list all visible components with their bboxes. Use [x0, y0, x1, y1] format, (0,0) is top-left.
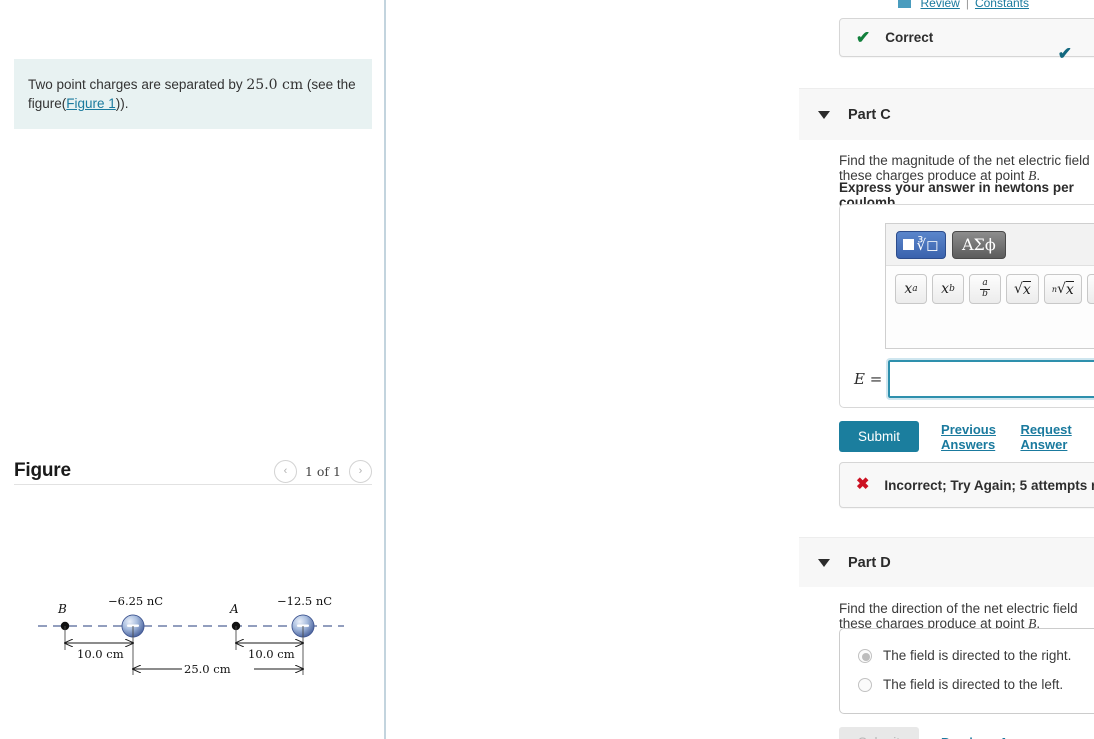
- radio-button-right[interactable]: [858, 648, 872, 663]
- part-c-submit-row: Submit Previous Answers Request Answer: [839, 421, 1094, 452]
- review-icon: [898, 0, 912, 8]
- option-label-left: The field is directed to the left.: [883, 677, 1064, 692]
- fraction-button[interactable]: ab: [969, 274, 1001, 304]
- problem-text-part3: )).: [115, 95, 129, 111]
- svg-text:A: A: [229, 602, 239, 616]
- math-template-row: xa xb ab √x n√x x→ x^ |x| x·10n: [886, 266, 1094, 304]
- part-c-previous-answers-link[interactable]: Previous Answers: [941, 422, 1001, 452]
- correct-feedback-banner: ✔ Correct: [839, 18, 1094, 57]
- option-label-right: The field is directed to the right.: [883, 648, 1072, 663]
- svg-text:10.0 cm: 10.0 cm: [248, 647, 295, 661]
- radio-button-left[interactable]: [858, 677, 872, 692]
- right-pane: Review | Constants ✔ Correct Part C Find…: [388, 0, 1094, 739]
- chevron-down-icon-d[interactable]: [818, 558, 830, 567]
- subscript-button[interactable]: xb: [932, 274, 964, 304]
- figure-navigation: ‹ 1 of 1 ›: [273, 459, 372, 483]
- part-c-header[interactable]: Part C: [799, 88, 1094, 140]
- math-toolbar-bottom-row: ⌫ ▲ ⌨: [886, 304, 1094, 342]
- problem-text-part1: Two point charges are separated by: [28, 77, 247, 92]
- previous-figure-button[interactable]: ‹: [273, 459, 297, 483]
- vector-button[interactable]: x→: [1086, 274, 1094, 304]
- part-c-question-text: Find the magnitude of the net electric f…: [839, 153, 1090, 183]
- figure-counter: 1 of 1: [304, 463, 341, 479]
- part-d-label: Part D: [848, 554, 891, 571]
- figure-1-link[interactable]: Figure 1: [66, 96, 116, 111]
- chevron-right-icon: ›: [358, 464, 363, 477]
- left-pane: Two point charges are separated by 25.0 …: [0, 0, 386, 739]
- answer-symbol-label: E =: [854, 370, 883, 388]
- svg-text:10.0 cm: 10.0 cm: [77, 647, 124, 661]
- correct-feedback-label: Correct: [885, 30, 934, 45]
- part-d-header[interactable]: Part D: [799, 537, 1094, 587]
- problem-separation-value: 25.0 cm: [246, 77, 304, 93]
- chevron-left-icon: ‹: [283, 464, 288, 477]
- part-c-submit-button[interactable]: Submit: [839, 421, 920, 452]
- superscript-button[interactable]: xa: [895, 274, 927, 304]
- part-c-label: Part C: [848, 106, 891, 123]
- figure-title: Figure: [14, 460, 71, 481]
- review-link[interactable]: Review: [920, 0, 959, 10]
- template-mode-button[interactable]: ∛◻: [896, 230, 946, 259]
- part-c-answer-row: E = N/C: [854, 358, 1094, 400]
- incorrect-feedback-banner: ✖ Incorrect; Try Again; 5 attempts remai…: [839, 462, 1094, 508]
- problem-statement: Two point charges are separated by 25.0 …: [14, 59, 372, 129]
- option-row-right[interactable]: The field is directed to the right.: [858, 648, 1094, 663]
- constants-link[interactable]: Constants: [975, 0, 1029, 10]
- part-d-submit-row: Submit Previous Answers: [839, 727, 1072, 739]
- square-root-button[interactable]: √ x: [1006, 274, 1039, 304]
- greek-symbols-button[interactable]: ΑΣϕ: [952, 230, 1006, 259]
- charge-diagram: B A −6.25 nC −12.5 nC 10.0 cm 10.0 cm 25…: [38, 594, 344, 677]
- part-d-previous-answers-link[interactable]: Previous Answers: [941, 735, 1053, 739]
- template-square-icon: [903, 239, 915, 250]
- part-c-answer-card: ∛◻ ΑΣϕ ↩ ↪ ↺ ⌨ ? xa xb a: [839, 204, 1094, 408]
- nth-root-button[interactable]: n √ x: [1043, 274, 1082, 304]
- svg-text:−6.25 nC: −6.25 nC: [108, 594, 163, 608]
- math-toolbar: ∛◻ ΑΣϕ ↩ ↪ ↺ ⌨ ? xa xb a: [885, 223, 1094, 349]
- answer-input[interactable]: [886, 358, 1094, 400]
- mastering-physics-page: Two point charges are separated by 25.0 …: [0, 0, 1094, 739]
- part-d-submit-button[interactable]: Submit: [839, 727, 920, 739]
- part-c-request-answer-link[interactable]: Request Answer: [1020, 422, 1075, 452]
- links-separator: |: [965, 0, 969, 10]
- option-row-left[interactable]: The field is directed to the left.: [858, 677, 1094, 692]
- chevron-down-icon[interactable]: [818, 110, 830, 119]
- checkmark-icon: ✔: [856, 28, 871, 47]
- math-toolbar-top-row: ∛◻ ΑΣϕ ↩ ↪ ↺ ⌨ ?: [886, 224, 1094, 266]
- greek-symbols-label: ΑΣϕ: [962, 235, 996, 254]
- nth-root-box-icon: ∛◻: [916, 235, 939, 254]
- top-links: Review | Constants: [898, 0, 1029, 10]
- incorrect-feedback-label: Incorrect; Try Again; 5 attempts remaini…: [884, 477, 1094, 493]
- next-figure-button[interactable]: ›: [349, 459, 372, 483]
- part-d-question-text: Find the direction of the net electric f…: [839, 601, 1078, 631]
- svg-text:25.0 cm: 25.0 cm: [184, 662, 231, 676]
- figure-divider: [14, 484, 372, 485]
- part-d-options-box: The field is directed to the right. The …: [839, 628, 1094, 714]
- x-mark-icon: ✖: [856, 476, 870, 493]
- svg-text:B: B: [57, 602, 67, 616]
- part-d-complete-checkmark: ✔: [1057, 44, 1072, 63]
- svg-text:−12.5 nC: −12.5 nC: [277, 594, 332, 608]
